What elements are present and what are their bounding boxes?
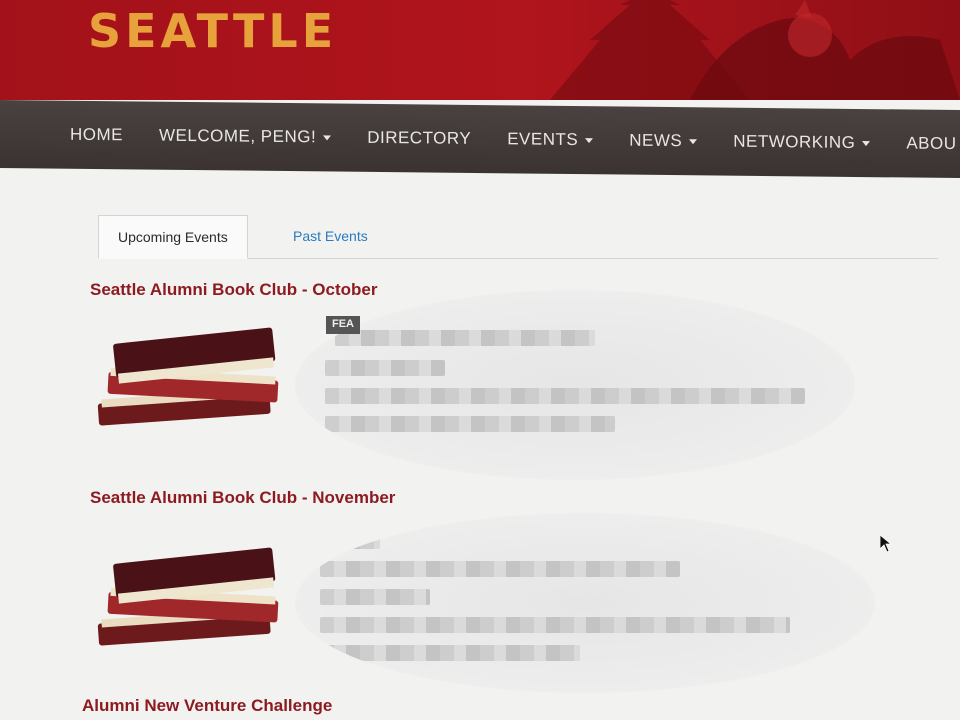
nav-item-about[interactable]: ABOU <box>906 133 956 154</box>
tab-upcoming-events[interactable]: Upcoming Events <box>98 215 248 259</box>
nav-item-events[interactable]: EVENTS <box>507 129 594 150</box>
event-tabs: Upcoming Events Past Events <box>98 215 938 259</box>
redacted-event-details <box>295 513 875 693</box>
nav-label: HOME <box>70 124 123 145</box>
redacted-event-details <box>295 290 855 480</box>
nav-label: ABOU <box>906 133 957 154</box>
nav-item-home[interactable]: HOME <box>70 125 123 146</box>
books-icon[interactable] <box>90 526 290 666</box>
event-title[interactable]: Seattle Alumni Book Club - November <box>90 488 890 508</box>
nav-item-welcome[interactable]: WELCOME, PENG! <box>159 125 332 148</box>
chevron-down-icon <box>862 140 871 146</box>
tab-past-events[interactable]: Past Events <box>274 215 387 259</box>
event-title[interactable]: Alumni New Venture Challenge <box>82 696 882 716</box>
main-navigation: HOME WELCOME, PENG! DIRECTORY EVENTS NEW… <box>0 100 960 179</box>
nav-item-directory[interactable]: DIRECTORY <box>367 128 471 149</box>
site-banner: SEATTLE <box>0 0 960 100</box>
site-title[interactable]: SEATTLE <box>88 4 337 58</box>
nav-label: EVENTS <box>507 129 579 150</box>
chevron-down-icon <box>323 134 332 140</box>
event-item: Seattle Alumni Book Club - November <box>90 488 890 698</box>
chevron-down-icon <box>585 137 594 143</box>
mouse-cursor-icon <box>880 535 892 553</box>
nav-label: NEWS <box>629 130 683 151</box>
banner-decoration-icon <box>550 0 960 100</box>
chevron-down-icon <box>689 138 698 144</box>
nav-item-news[interactable]: NEWS <box>629 130 698 152</box>
books-icon[interactable] <box>90 306 290 446</box>
nav-label: NETWORKING <box>733 131 856 152</box>
nav-label: DIRECTORY <box>367 127 472 148</box>
event-item: Seattle Alumni Book Club - October FEA <box>90 280 890 480</box>
events-content: Upcoming Events Past Events Seattle Alum… <box>0 168 960 720</box>
nav-label: WELCOME, PENG! <box>159 125 317 147</box>
event-item: Alumni New Venture Challenge <box>82 696 882 720</box>
nav-item-networking[interactable]: NETWORKING <box>733 131 871 153</box>
featured-badge: FEA <box>326 316 360 334</box>
